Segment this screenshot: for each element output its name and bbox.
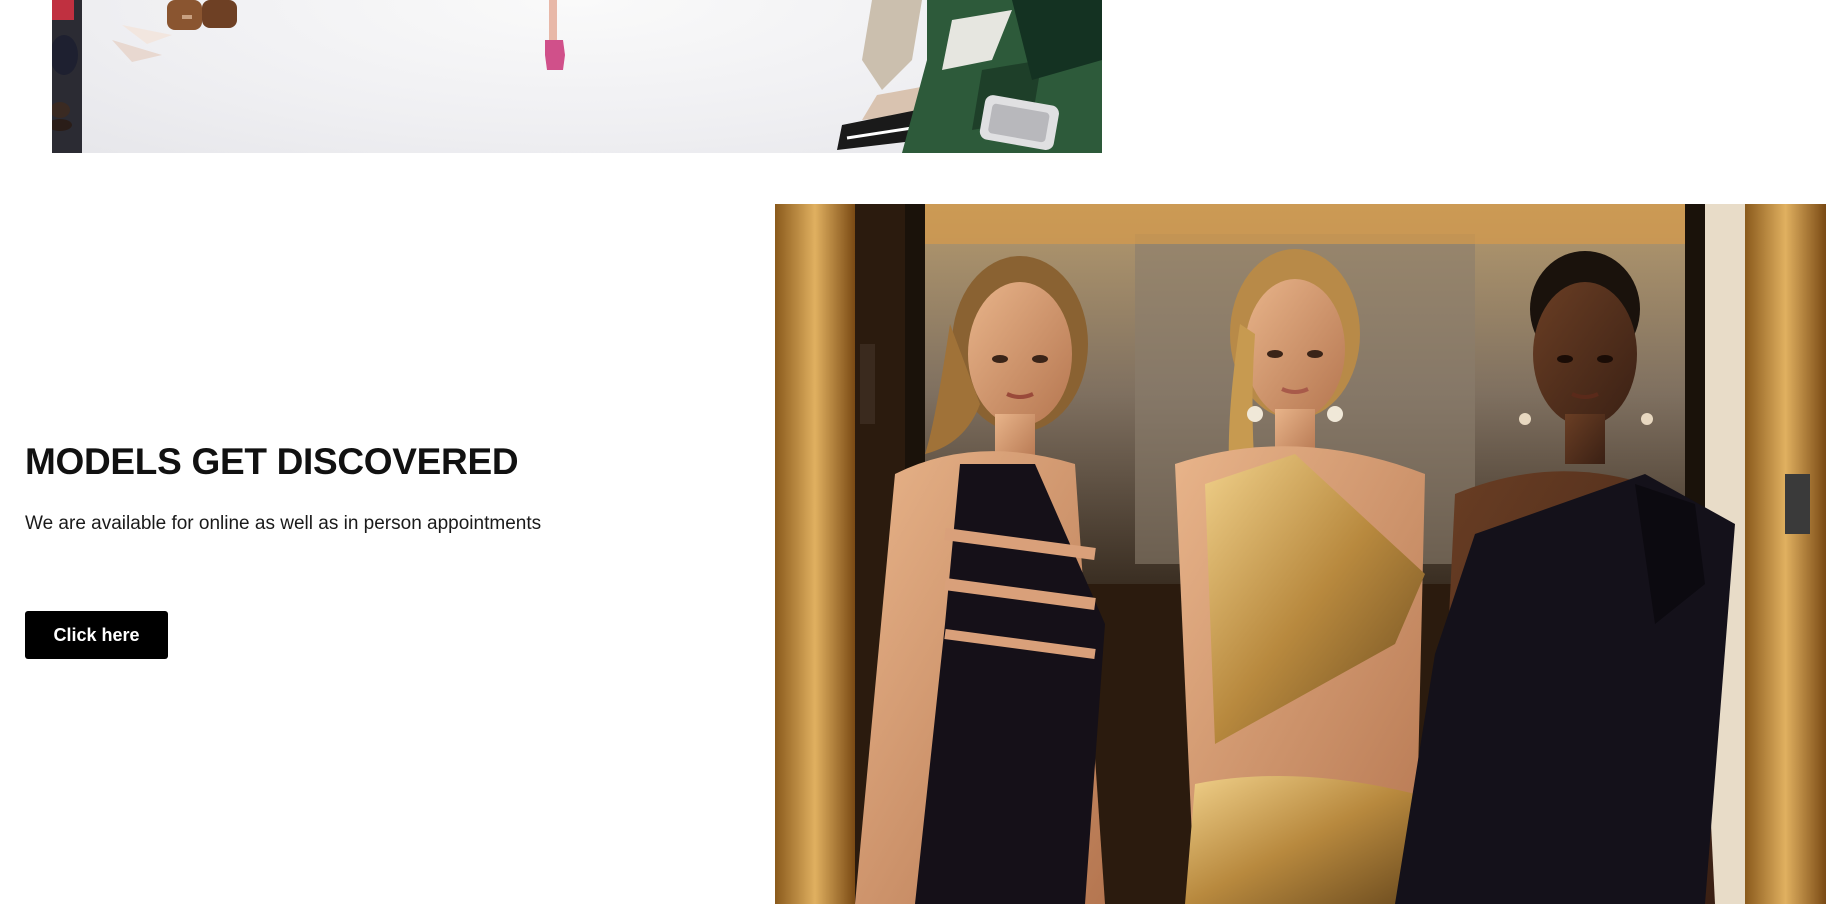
click-here-button[interactable]: Click here <box>25 611 168 659</box>
audience-left-image <box>52 0 237 153</box>
hero-text-block: MODELS GET DISCOVERED We are available f… <box>25 440 725 537</box>
three-models-photo <box>775 204 1826 904</box>
models-photo-illustration <box>775 204 1826 904</box>
page: MODELS GET DISCOVERED We are available f… <box>0 0 1826 904</box>
audience-right-image <box>837 0 1102 153</box>
runway-photo <box>52 0 1102 153</box>
hero-subtitle: We are available for online as well as i… <box>25 513 542 535</box>
runway-model-legs <box>545 0 565 70</box>
hero-title: MODELS GET DISCOVERED <box>25 441 519 482</box>
